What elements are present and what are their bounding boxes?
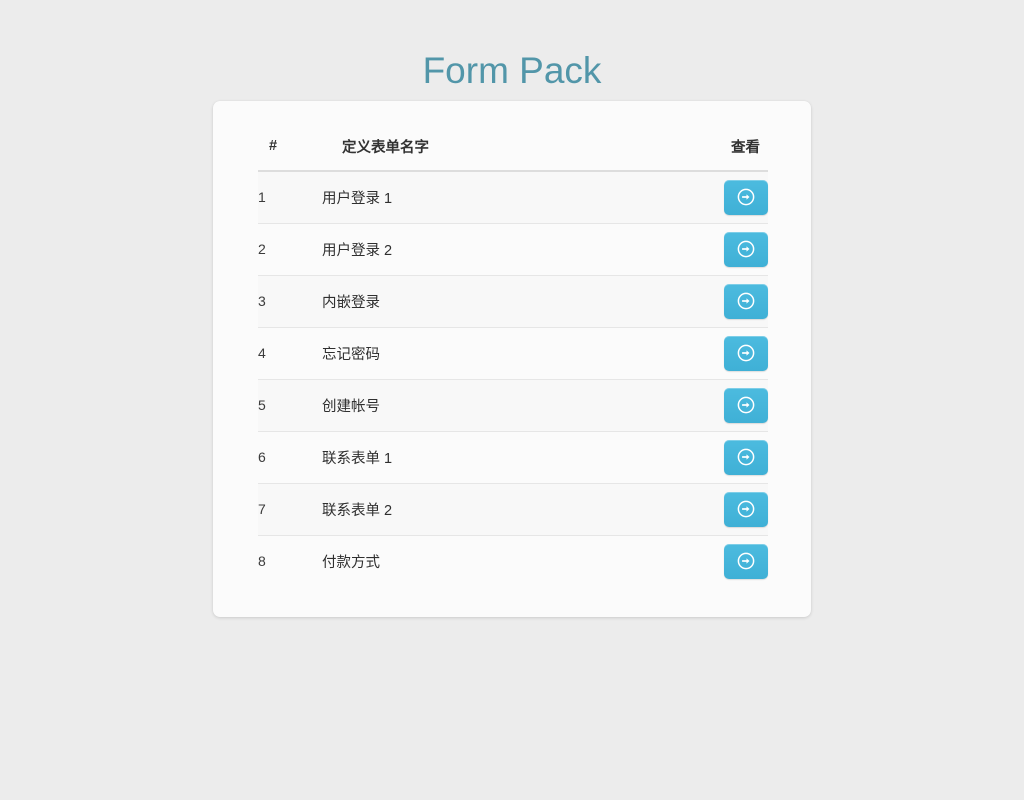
table-row[interactable]: 1 用户登录 1 bbox=[258, 171, 768, 223]
row-view-cell bbox=[680, 534, 768, 587]
row-view-cell bbox=[680, 378, 768, 431]
table-row[interactable]: 7 联系表单 2 bbox=[258, 482, 768, 535]
view-form-button[interactable] bbox=[724, 387, 768, 423]
table-header: # 定义表单名字 查看 bbox=[258, 131, 768, 172]
row-number: 1 bbox=[258, 189, 266, 206]
table-row[interactable]: 4 忘记密码 bbox=[258, 326, 768, 379]
table-row[interactable]: 6 联系表单 1 bbox=[258, 430, 768, 483]
column-header-name: 定义表单名字 bbox=[322, 131, 680, 172]
table-row[interactable]: 2 用户登录 2 bbox=[258, 222, 768, 275]
form-list-table: # 定义表单名字 查看 1 用户登录 1 2 用户登录 2 3 内嵌登录 4 忘… bbox=[258, 131, 768, 587]
column-header-number: # bbox=[258, 131, 322, 172]
form-pack-card: # 定义表单名字 查看 1 用户登录 1 2 用户登录 2 3 内嵌登录 4 忘… bbox=[213, 101, 811, 617]
page-title: Form Pack bbox=[422, 49, 602, 91]
view-form-button[interactable] bbox=[724, 283, 768, 319]
table-row[interactable]: 5 创建帐号 bbox=[258, 378, 768, 431]
row-form-name: 用户登录 2 bbox=[322, 222, 680, 275]
view-form-button[interactable] bbox=[724, 231, 768, 267]
row-form-name: 付款方式 bbox=[322, 534, 680, 587]
row-form-name: 联系表单 1 bbox=[322, 430, 680, 483]
row-view-cell bbox=[680, 482, 768, 535]
row-form-name: 创建帐号 bbox=[322, 378, 680, 431]
row-number: 2 bbox=[258, 222, 322, 275]
view-form-button[interactable] bbox=[724, 179, 768, 215]
row-number: 3 bbox=[258, 274, 322, 327]
row-number: 4 bbox=[258, 326, 322, 379]
row-view-cell bbox=[680, 274, 768, 327]
row-form-name: 内嵌登录 bbox=[322, 274, 680, 327]
row-form-name: 用户登录 1 bbox=[322, 190, 393, 207]
row-form-name: 忘记密码 bbox=[322, 326, 680, 379]
page-root: Form Pack # 定义表单名字 查看 1 用户登录 1 2 用户登录 2 … bbox=[0, 0, 1024, 800]
row-view-cell bbox=[680, 222, 768, 275]
row-view-cell bbox=[680, 326, 768, 379]
table-row[interactable]: 3 内嵌登录 bbox=[258, 274, 768, 327]
row-view-cell bbox=[680, 430, 768, 483]
view-form-button[interactable] bbox=[724, 543, 768, 579]
row-number: 7 bbox=[258, 482, 322, 535]
row-view-cell bbox=[680, 171, 768, 223]
row-form-name: 联系表单 2 bbox=[322, 482, 680, 535]
view-form-button[interactable] bbox=[724, 439, 768, 475]
table-body: 1 用户登录 1 2 用户登录 2 3 内嵌登录 4 忘记密码 5 创建帐号 6… bbox=[258, 171, 768, 587]
view-form-button[interactable] bbox=[724, 335, 768, 371]
table-header-row: # 定义表单名字 查看 bbox=[258, 131, 768, 172]
row-number: 6 bbox=[258, 430, 322, 483]
table-row[interactable]: 8 付款方式 bbox=[258, 534, 768, 587]
row-number: 5 bbox=[258, 378, 322, 431]
column-header-view: 查看 bbox=[680, 131, 768, 172]
view-form-button[interactable] bbox=[724, 491, 768, 527]
row-number: 8 bbox=[258, 534, 322, 587]
